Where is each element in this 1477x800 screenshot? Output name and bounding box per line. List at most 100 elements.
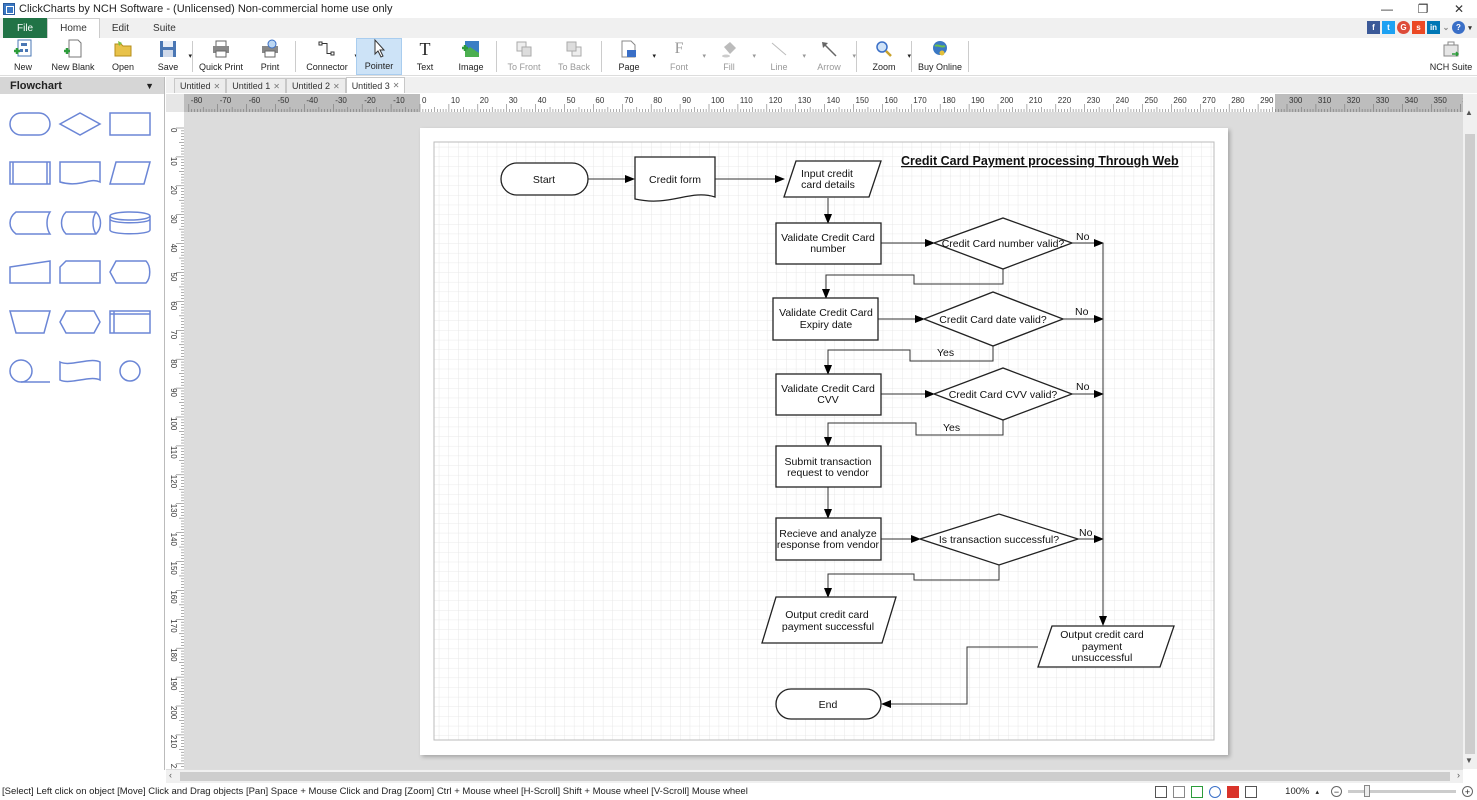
shape-manual-operation[interactable] — [5, 297, 55, 347]
to-front-button[interactable]: To Front — [499, 38, 549, 75]
doc-tab[interactable]: Untitled 1 ✕ — [226, 78, 286, 93]
open-button[interactable]: Open — [100, 38, 146, 75]
zoom-in-icon[interactable]: + — [1462, 786, 1473, 797]
pointer-arrow-icon — [369, 38, 389, 58]
zoom-slider-thumb[interactable] — [1364, 785, 1371, 797]
stumbleupon-icon[interactable]: s — [1412, 21, 1425, 34]
view-icon[interactable] — [1209, 785, 1222, 798]
zoom-out-icon[interactable]: − — [1331, 786, 1342, 797]
zoom-level[interactable]: 100% — [1285, 786, 1309, 797]
zoom-slider[interactable] — [1348, 785, 1456, 797]
diagram-page[interactable]: Start Credit form Input credit card deta… — [420, 128, 1228, 755]
vertical-scroll-thumb[interactable] — [1465, 134, 1475, 754]
text-button[interactable]: T Text — [402, 38, 448, 75]
shape-connector[interactable] — [105, 347, 155, 397]
tab-file[interactable]: File — [3, 18, 48, 38]
doc-tab-active[interactable]: Untitled 3 ✕ — [345, 77, 406, 93]
google-plus-icon[interactable]: G — [1397, 21, 1410, 34]
ruler-label: 70 — [624, 96, 633, 105]
shape-category-dropdown[interactable]: Flowchart ▼ — [0, 77, 164, 94]
close-tab-icon[interactable]: ✕ — [273, 82, 280, 91]
zoom-dropdown-icon[interactable]: ▾ — [908, 52, 912, 60]
save-button[interactable]: Save ▾ — [146, 38, 192, 75]
shape-terminator[interactable] — [5, 99, 55, 149]
horizontal-scroll-thumb[interactable] — [180, 772, 1450, 781]
shape-document[interactable] — [55, 149, 105, 199]
font-button[interactable]: F Font ▾ — [654, 38, 706, 75]
facebook-icon[interactable]: f — [1367, 21, 1380, 34]
close-button[interactable]: ✕ — [1441, 0, 1477, 18]
shape-internal-storage[interactable] — [105, 297, 155, 347]
doc-tab[interactable]: Untitled ✕ — [174, 78, 227, 93]
zoom-to-selection-icon[interactable] — [1173, 785, 1186, 798]
shape-data[interactable] — [105, 149, 155, 199]
doc-tab[interactable]: Untitled 2 ✕ — [285, 78, 346, 93]
close-tab-icon[interactable]: ✕ — [214, 82, 221, 91]
twitter-icon[interactable]: t — [1382, 21, 1395, 34]
vertical-scrollbar[interactable]: ▲ ▼ — [1463, 94, 1477, 769]
new-blank-button[interactable]: New Blank — [46, 38, 100, 75]
to-back-button[interactable]: To Back — [549, 38, 599, 75]
shape-decision[interactable] — [55, 99, 105, 149]
shape-stored-data[interactable] — [5, 198, 55, 248]
new-blank-icon — [63, 39, 83, 59]
zoom-button[interactable]: Zoom ▾ — [859, 38, 912, 75]
horizontal-scrollbar[interactable]: ‹ › — [166, 769, 1463, 783]
restore-button[interactable]: ❐ — [1405, 0, 1441, 18]
zoom-dropdown-icon[interactable]: ▴ — [1315, 788, 1319, 796]
tab-home[interactable]: Home — [47, 18, 100, 38]
edge-label-no: No — [1076, 381, 1090, 393]
nch-suite-button[interactable]: NCH Suite — [1425, 38, 1477, 75]
shape-preparation[interactable] — [55, 297, 105, 347]
diagram-title[interactable]: Credit Card Payment processing Through W… — [901, 154, 1179, 168]
ruler-label: 30 — [509, 96, 518, 105]
shape-manual-input[interactable] — [5, 248, 55, 298]
print-button[interactable]: Print — [247, 38, 293, 75]
scroll-left-icon[interactable]: ‹ — [169, 770, 172, 780]
fit-page-icon[interactable] — [1155, 785, 1168, 798]
help-dropdown-icon[interactable]: ▾ — [1467, 21, 1473, 34]
arrow-button[interactable]: Arrow ▾ — [804, 38, 857, 75]
close-tab-icon[interactable]: ✕ — [393, 81, 400, 90]
chevron-down-icon[interactable]: ⌄ — [1442, 21, 1450, 34]
shape-card[interactable] — [55, 248, 105, 298]
connector-mode-icon[interactable] — [1191, 785, 1204, 798]
quick-print-button[interactable]: Quick Print — [195, 38, 247, 75]
scroll-right-icon[interactable]: › — [1457, 770, 1460, 780]
snap-magnet-icon[interactable] — [1227, 785, 1240, 798]
shape-punched-tape[interactable] — [55, 347, 105, 397]
close-tab-icon[interactable]: ✕ — [333, 82, 340, 91]
pointer-button[interactable]: Pointer — [356, 38, 403, 75]
separator — [295, 41, 297, 72]
shape-direct-access-storage[interactable] — [55, 198, 105, 248]
new-button[interactable]: New — [0, 38, 46, 75]
shape-database[interactable] — [105, 198, 155, 248]
tab-edit[interactable]: Edit — [100, 18, 141, 38]
line-button[interactable]: Line ▾ — [754, 38, 806, 75]
linkedin-icon[interactable]: in — [1427, 21, 1440, 34]
image-icon — [461, 39, 481, 59]
drawing-canvas[interactable]: Start Credit form Input credit card deta… — [184, 112, 1463, 769]
arrow-dropdown-icon[interactable]: ▾ — [853, 52, 857, 60]
shape-sequential-access-storage[interactable] — [5, 347, 55, 397]
connector-button[interactable]: Connector ▾ — [298, 38, 358, 75]
tab-suite[interactable]: Suite — [141, 18, 188, 38]
align-grid-icon[interactable] — [1245, 785, 1258, 798]
fill-button[interactable]: Fill ▾ — [704, 38, 756, 75]
ruler-label: 220 — [1058, 96, 1072, 105]
save-dropdown-icon[interactable]: ▾ — [188, 52, 192, 60]
scroll-up-icon[interactable]: ▲ — [1465, 108, 1473, 117]
shape-predefined-process[interactable] — [5, 149, 55, 199]
help-icon[interactable]: ? — [1452, 21, 1465, 34]
save-label: Save — [157, 62, 179, 72]
edge-label-no: No — [1075, 306, 1089, 318]
image-button[interactable]: Image — [448, 38, 494, 75]
scroll-down-icon[interactable]: ▼ — [1465, 756, 1473, 765]
shape-grid — [0, 94, 164, 396]
minimize-button[interactable]: — — [1369, 0, 1405, 18]
shape-process[interactable] — [105, 99, 155, 149]
shape-display[interactable] — [105, 248, 155, 298]
quick-print-label: Quick Print — [199, 62, 244, 72]
page-button[interactable]: Page ▾ — [604, 38, 656, 75]
buy-online-button[interactable]: Buy Online — [914, 38, 966, 75]
